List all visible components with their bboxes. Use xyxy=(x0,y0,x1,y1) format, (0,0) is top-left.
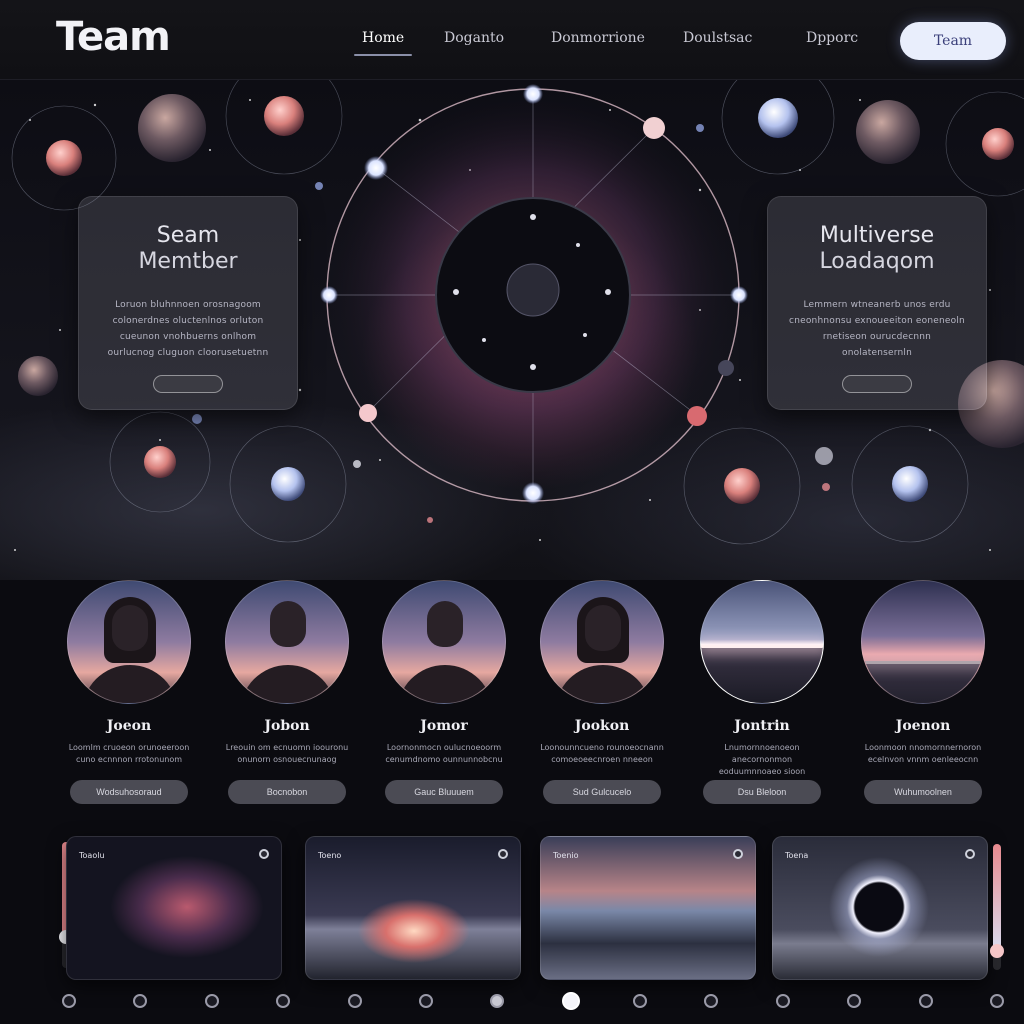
planet-gas-1 xyxy=(138,94,206,162)
member-name: Joenon xyxy=(895,718,951,734)
slider-knob-icon[interactable] xyxy=(990,944,1004,958)
member-bio: Loonounncueno rounoeocnann comoeoeecnroe… xyxy=(540,743,664,764)
team-cta-button[interactable]: Team xyxy=(900,22,1006,60)
member-bio: Lnumornnoenoeon anecornonmon eoduumnnoae… xyxy=(718,743,806,776)
planet-system-bl2 xyxy=(229,425,347,543)
tile-toggle-icon[interactable] xyxy=(733,849,743,859)
pagination-dot-icon[interactable] xyxy=(419,994,433,1008)
member-button[interactable]: Dsu Bleloon xyxy=(703,780,821,804)
pagination xyxy=(0,992,1024,1014)
member-name: Jobon xyxy=(264,718,310,734)
card-title: Seam xyxy=(156,223,220,248)
member-bio: Loomlm cruoeon orunoeeroon cuno ecnnnon … xyxy=(68,743,190,764)
member-name: Joeon xyxy=(106,718,152,734)
member-name: Jookon xyxy=(574,718,630,734)
team-member-3: Jomor Loornonmocn oulucnoeoorm cenumdnom… xyxy=(382,580,506,804)
gallery-tile-galaxy[interactable]: Toaolu xyxy=(66,836,282,980)
tile-tag: Toenio xyxy=(553,851,579,860)
team-member-6: Joenon Loonmoon nnomornnernoron ecelnvon… xyxy=(861,580,985,804)
hero-multiverse: Seam Memtber Loruon bluhnnoen orosnagoom… xyxy=(0,80,1024,580)
member-name: Jomor xyxy=(420,718,468,734)
pagination-dot-icon[interactable] xyxy=(133,994,147,1008)
gallery-tile-clouds[interactable]: Toenio xyxy=(540,836,756,980)
gallery-tile-sunrise[interactable]: Toeno xyxy=(305,836,521,980)
gallery: Toaolu Toeno Toenio Toena xyxy=(0,830,1024,1024)
right-slider[interactable] xyxy=(990,844,1004,970)
planet-system-bl xyxy=(109,411,211,513)
team-member-5: Jontrin Lnumornnoenoeon anecornonmon eod… xyxy=(700,580,824,804)
pagination-dot-icon[interactable] xyxy=(919,994,933,1008)
member-button[interactable]: Wodsuhosoraud xyxy=(70,780,188,804)
member-button[interactable]: Wuhumoolnen xyxy=(864,780,982,804)
card-title: Multiverse xyxy=(819,223,935,248)
tile-toggle-icon[interactable] xyxy=(498,849,508,859)
team-member-card: Seam Memtber Loruon bluhnnoen orosnagoom… xyxy=(78,196,298,410)
member-bio: Lreouin om ecnuomn ioouronu onunorn osno… xyxy=(225,743,349,764)
pagination-dot-icon[interactable] xyxy=(348,994,362,1008)
pagination-dot-icon[interactable] xyxy=(562,992,580,1010)
gallery-tile-eclipse[interactable]: Toena xyxy=(772,836,988,980)
pagination-dot-icon[interactable] xyxy=(776,994,790,1008)
nav-link-5[interactable]: Dpporc xyxy=(806,30,858,46)
avatar[interactable] xyxy=(67,580,191,704)
card-button[interactable] xyxy=(153,375,223,393)
nav-link-4[interactable]: Doulstsac xyxy=(683,30,752,46)
pagination-dot-icon[interactable] xyxy=(62,994,76,1008)
planet-system-tl xyxy=(11,105,117,211)
member-button[interactable]: Sud Gulcucelo xyxy=(543,780,661,804)
top-nav: Team Home Doganto Donmorrione Doulstsac … xyxy=(0,0,1024,80)
pagination-dot-icon[interactable] xyxy=(704,994,718,1008)
nav-link-3[interactable]: Donmorrione xyxy=(551,30,645,46)
avatar[interactable] xyxy=(540,580,664,704)
team-members: Joeon Loomlm cruoeon orunoeeroon cuno ec… xyxy=(0,580,1024,820)
nav-link-home[interactable]: Home xyxy=(353,30,413,56)
planet-gas-2 xyxy=(856,100,920,164)
pagination-dot-icon[interactable] xyxy=(276,994,290,1008)
planet-system-top xyxy=(225,80,343,175)
team-member-2: Jobon Lreouin om ecnuomn ioouronu onunor… xyxy=(225,580,349,804)
planet-system-br xyxy=(683,427,801,545)
nav-link-2[interactable]: Doganto xyxy=(444,30,504,46)
card-body: Lemmern wtneanerb unos erdu cneonhnonsu … xyxy=(789,300,965,358)
pagination-dot-icon[interactable] xyxy=(490,994,504,1008)
tile-tag: Toaolu xyxy=(79,851,105,860)
pagination-dot-icon[interactable] xyxy=(990,994,1004,1008)
tile-toggle-icon[interactable] xyxy=(965,849,975,859)
card-subtitle: Memtber xyxy=(138,249,238,274)
brand-logo[interactable]: Team xyxy=(56,14,171,60)
card-subtitle: Loadaqom xyxy=(819,249,935,274)
planet-system-tr xyxy=(721,80,835,175)
member-bio: Loornonmocn oulucnoeoorm cenumdnomo ounn… xyxy=(385,743,503,764)
avatar[interactable] xyxy=(861,580,985,704)
avatar[interactable] xyxy=(382,580,506,704)
card-body: Loruon bluhnnoen orosnagoom colonerdnes … xyxy=(107,300,269,358)
team-member-4: Jookon Loonounncueno rounoeocnann comoeo… xyxy=(540,580,664,804)
multiverse-card: Multiverse Loadaqom Lemmern wtneanerb un… xyxy=(767,196,987,410)
avatar[interactable] xyxy=(225,580,349,704)
planet-system-far-right xyxy=(945,91,1024,197)
planet-system-br2 xyxy=(851,425,969,543)
pagination-dot-icon[interactable] xyxy=(633,994,647,1008)
team-member-1: Joeon Loomlm cruoeon orunoeeroon cuno ec… xyxy=(67,580,191,804)
planet-icon xyxy=(18,356,58,396)
avatar[interactable] xyxy=(700,580,824,704)
member-button[interactable]: Gauc Bluuuem xyxy=(385,780,503,804)
member-name: Jontrin xyxy=(734,718,790,734)
slider-fill xyxy=(993,844,1001,951)
tile-tag: Toeno xyxy=(318,851,342,860)
tile-toggle-icon[interactable] xyxy=(259,849,269,859)
pagination-dot-icon[interactable] xyxy=(847,994,861,1008)
tile-tag: Toena xyxy=(785,851,809,860)
member-bio: Loonmoon nnomornnernoron ecelnvon vnnm o… xyxy=(864,743,982,764)
pagination-dot-icon[interactable] xyxy=(205,994,219,1008)
card-button[interactable] xyxy=(842,375,912,393)
member-button[interactable]: Bocnobon xyxy=(228,780,346,804)
